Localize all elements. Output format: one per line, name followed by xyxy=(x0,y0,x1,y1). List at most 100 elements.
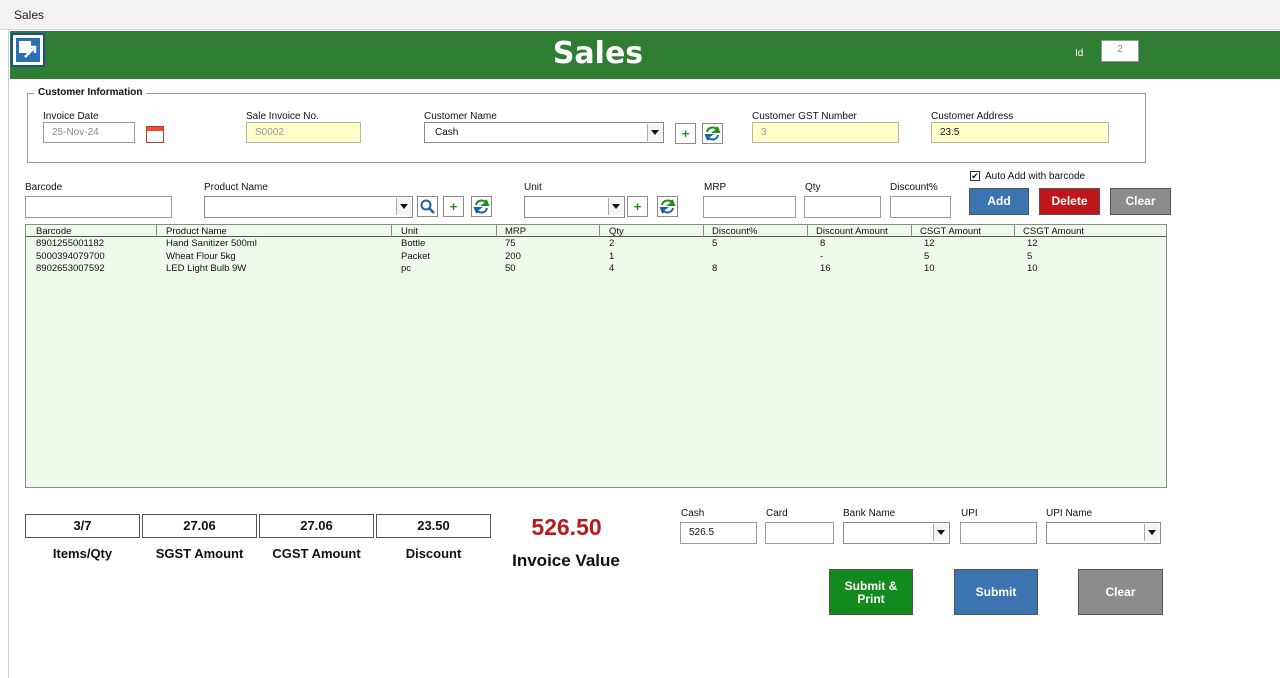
clear-button[interactable]: Clear xyxy=(1078,569,1163,615)
grid-header-cell: Barcode xyxy=(36,226,72,237)
product-name-label: Product Name xyxy=(204,182,268,193)
cgst-value: 27.06 xyxy=(259,514,374,538)
grid-cell: 12 xyxy=(924,238,935,249)
refresh-icon xyxy=(704,126,721,141)
grid-header-cell: Discount% xyxy=(712,226,758,237)
grid-cell: Wheat Flour 5kg xyxy=(166,250,236,262)
qty-input[interactable] xyxy=(804,196,881,218)
grid-cell: 2 xyxy=(609,238,615,249)
page-title: Sales xyxy=(552,36,644,71)
calendar-icon[interactable] xyxy=(146,126,164,143)
refresh-product-button[interactable] xyxy=(471,196,492,217)
grid-cell: 1 xyxy=(609,250,615,262)
grid-header-cell: Unit xyxy=(401,226,418,237)
clear-entry-button[interactable]: Clear xyxy=(1110,188,1171,215)
search-icon xyxy=(420,199,435,214)
grid-header-cell: Qty xyxy=(609,226,624,237)
chevron-down-icon[interactable] xyxy=(396,198,411,215)
barcode-label: Barcode xyxy=(25,182,63,193)
grid-header-cell: Product Name xyxy=(166,226,227,237)
grid-header-cell: CSGT Amount xyxy=(920,226,982,237)
id-field[interactable]: 2 xyxy=(1101,40,1139,62)
gst-field[interactable]: 3 xyxy=(752,122,899,143)
gst-label: Customer GST Number xyxy=(752,111,857,122)
grid-cell: Packet xyxy=(401,250,431,262)
grid-cell: pc xyxy=(401,263,412,274)
delete-button[interactable]: Delete xyxy=(1039,188,1100,215)
add-customer-button[interactable]: + xyxy=(675,123,696,144)
grid-cell: 16 xyxy=(820,263,831,274)
upi-input[interactable] xyxy=(960,522,1037,544)
grid-cell: 12 xyxy=(1027,238,1038,249)
table-row[interactable]: 8902653007592 LED Light Bulb 9W pc 50 4 … xyxy=(26,263,1166,275)
refresh-icon xyxy=(473,199,490,214)
submit-print-line2: Print xyxy=(857,592,885,606)
discount-label: Discount% xyxy=(890,182,938,193)
grid-cell: 8 xyxy=(820,238,826,249)
grid-cell: 4 xyxy=(609,263,615,274)
unit-select[interactable] xyxy=(524,196,625,218)
grid-cell: 5 xyxy=(712,238,718,249)
table-row[interactable]: 8901255001182 Hand Sanitizer 500ml Bottl… xyxy=(26,238,1166,250)
grid-cell: 75 xyxy=(505,238,516,249)
auto-add-checkbox[interactable]: ✔ xyxy=(970,171,980,181)
bank-name-label: Bank Name xyxy=(843,508,896,519)
chevron-down-icon[interactable] xyxy=(1144,524,1159,541)
add-product-button[interactable]: + xyxy=(443,196,464,217)
items-grid[interactable]: Barcode Product Name Unit MRP Qty Discou… xyxy=(25,224,1167,488)
upi-name-label: UPI Name xyxy=(1046,508,1093,519)
chevron-down-icon[interactable] xyxy=(608,198,623,215)
grid-header: Barcode Product Name Unit MRP Qty Discou… xyxy=(26,225,1166,237)
invoice-date-label: Invoice Date xyxy=(43,111,99,122)
grid-header-cell: CSGT Amount xyxy=(1023,226,1085,237)
grid-cell: 10 xyxy=(924,263,935,274)
card-label: Card xyxy=(766,508,788,519)
chevron-down-icon[interactable] xyxy=(933,524,948,541)
card-input[interactable] xyxy=(765,522,834,544)
search-product-button[interactable] xyxy=(417,196,438,217)
refresh-icon xyxy=(659,199,676,214)
grid-cell: 8902653007592 xyxy=(36,263,105,274)
sgst-value: 27.06 xyxy=(142,514,257,538)
add-button[interactable]: Add xyxy=(969,188,1029,215)
discount-value: 23.50 xyxy=(376,514,491,538)
chevron-down-icon[interactable] xyxy=(647,124,662,141)
grid-cell: 8901255001182 xyxy=(36,238,104,249)
customer-name-select[interactable]: Cash xyxy=(424,122,664,143)
items-qty-label: Items/Qty xyxy=(52,546,113,561)
grid-cell: 5 xyxy=(1027,250,1033,262)
sale-invoice-field[interactable]: S0002 xyxy=(246,122,361,143)
cash-input[interactable]: 526.5 xyxy=(680,522,757,544)
grid-cell: - xyxy=(820,250,824,262)
window-titlebar: Sales xyxy=(0,0,1280,30)
address-label: Customer Address xyxy=(931,111,1014,122)
grid-cell: 8 xyxy=(712,263,718,274)
grid-header-cell: Discount Amount xyxy=(816,226,888,237)
auto-add-label: Auto Add with barcode xyxy=(985,171,1086,182)
barcode-input[interactable] xyxy=(25,196,172,218)
grid-cell: 50 xyxy=(505,263,516,274)
sale-invoice-label: Sale Invoice No. xyxy=(246,111,319,122)
product-name-select[interactable] xyxy=(204,196,413,218)
invoice-value-label: Invoice Value xyxy=(512,551,620,570)
window-title: Sales xyxy=(14,8,45,22)
upi-name-select[interactable] xyxy=(1046,522,1161,544)
grid-cell: 200 xyxy=(505,250,521,262)
grid-cell: Hand Sanitizer 500ml xyxy=(166,238,257,249)
grid-cell: Bottle xyxy=(401,238,426,249)
add-unit-button[interactable]: + xyxy=(627,196,648,217)
grid-header-cell: MRP xyxy=(505,226,527,237)
invoice-date-field[interactable]: 25-Nov-24 xyxy=(43,122,135,143)
mrp-label: MRP xyxy=(704,182,727,193)
address-field[interactable]: 23.5 xyxy=(931,122,1109,143)
table-row[interactable]: 5000394079700 Wheat Flour 5kg Packet 200… xyxy=(26,251,1166,263)
mrp-input[interactable] xyxy=(703,196,796,218)
submit-button[interactable]: Submit xyxy=(954,569,1038,615)
customer-name-label: Customer Name xyxy=(424,111,497,122)
refresh-unit-button[interactable] xyxy=(657,196,678,217)
refresh-customer-button[interactable] xyxy=(702,123,723,144)
discount-input[interactable] xyxy=(890,196,951,218)
bank-name-select[interactable] xyxy=(843,522,950,544)
customer-info-label: Customer Information xyxy=(34,87,147,98)
submit-print-button[interactable]: Submit & Print xyxy=(829,569,913,615)
